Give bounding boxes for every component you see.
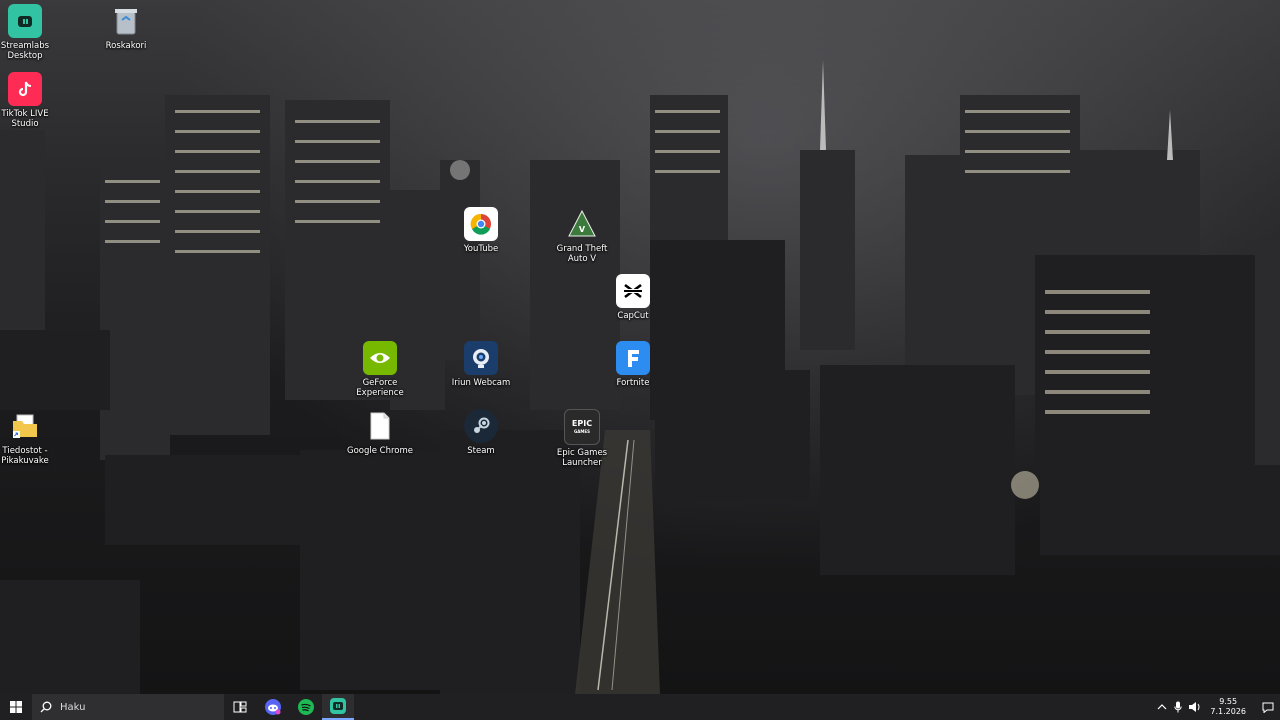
desktop-icon-label: CapCut bbox=[617, 311, 649, 321]
microphone-icon bbox=[1174, 701, 1183, 713]
desktop-icon-label: Roskakori bbox=[105, 41, 147, 51]
desktop-icon-streamlabs[interactable]: Streamlabs Desktop bbox=[0, 4, 60, 61]
microphone-button[interactable] bbox=[1170, 694, 1186, 720]
streamlabs-icon bbox=[8, 4, 42, 38]
taskbar-search-box[interactable]: Haku bbox=[32, 694, 224, 720]
desktop-icon-label: Fortnite bbox=[616, 378, 650, 388]
taskbar: Haku 9.55 7.1.2026 bbox=[0, 694, 1280, 720]
discord-icon bbox=[265, 699, 281, 715]
desktop-icon-label: Google Chrome bbox=[346, 446, 414, 456]
desktop-icon-label: GeForce Experience bbox=[356, 378, 404, 398]
chrome-icon bbox=[464, 207, 498, 241]
desktop-icon-label: YouTube bbox=[463, 244, 499, 254]
epic-games-icon: EPIC GAMES bbox=[564, 409, 600, 445]
svg-text:EPIC: EPIC bbox=[572, 419, 592, 428]
fortnite-icon bbox=[616, 341, 650, 375]
capcut-icon bbox=[616, 274, 650, 308]
nvidia-icon bbox=[363, 341, 397, 375]
system-tray: 9.55 7.1.2026 bbox=[1154, 694, 1280, 720]
taskbar-app-discord[interactable] bbox=[256, 694, 290, 720]
steam-icon bbox=[464, 409, 498, 443]
desktop-icon-tiktok-live[interactable]: TikTok LIVE Studio bbox=[0, 72, 60, 129]
windows-icon bbox=[10, 701, 22, 713]
desktop-icon-epic-games[interactable]: EPIC GAMES Epic Games Launcher bbox=[547, 409, 617, 468]
clock-date: 7.1.2026 bbox=[1210, 707, 1246, 716]
spotify-icon bbox=[298, 699, 314, 715]
task-view-button[interactable] bbox=[224, 694, 256, 720]
show-hidden-icons-button[interactable] bbox=[1154, 694, 1170, 720]
streamlabs-icon bbox=[330, 698, 346, 714]
volume-button[interactable] bbox=[1186, 694, 1204, 720]
start-button[interactable] bbox=[0, 694, 32, 720]
desktop-icon-iriun-webcam[interactable]: Iriun Webcam bbox=[446, 341, 516, 388]
recycle-bin-icon bbox=[109, 4, 143, 38]
chevron-up-icon bbox=[1157, 704, 1167, 710]
clock[interactable]: 9.55 7.1.2026 bbox=[1210, 697, 1246, 717]
taskbar-app-spotify[interactable] bbox=[290, 694, 322, 720]
notification-icon bbox=[1262, 702, 1274, 713]
tiktok-icon bbox=[8, 72, 42, 106]
desktop-icon-gta-v[interactable]: V Grand Theft Auto V bbox=[547, 207, 617, 264]
task-view-icon bbox=[233, 701, 247, 713]
desktop-icon-label: Tiedostot - Pikakuvake bbox=[1, 446, 49, 466]
svg-text:V: V bbox=[579, 225, 586, 234]
file-icon bbox=[363, 409, 397, 443]
taskbar-app-streamlabs[interactable] bbox=[322, 694, 354, 720]
desktop-icon-capcut[interactable]: CapCut bbox=[598, 274, 668, 321]
desktop-icon-label: Grand Theft Auto V bbox=[556, 244, 608, 264]
speaker-icon bbox=[1189, 702, 1200, 712]
desktop-icon-label: Epic Games Launcher bbox=[556, 448, 608, 468]
desktop-icon-fortnite[interactable]: Fortnite bbox=[598, 341, 668, 388]
desktop-icon-youtube[interactable]: YouTube bbox=[446, 207, 516, 254]
desktop-icon-google-chrome[interactable]: Google Chrome bbox=[345, 409, 415, 456]
folder-icon bbox=[8, 409, 42, 443]
svg-text:GAMES: GAMES bbox=[574, 429, 590, 434]
webcam-icon bbox=[464, 341, 498, 375]
desktop-icon-tiedostot[interactable]: Tiedostot - Pikakuvake bbox=[0, 409, 60, 466]
search-icon bbox=[40, 701, 52, 713]
desktop-icon-label: TikTok LIVE Studio bbox=[1, 109, 49, 129]
desktop-icon-steam[interactable]: Steam bbox=[446, 409, 516, 456]
notifications-button[interactable] bbox=[1256, 694, 1280, 720]
desktop-icon-recycle-bin[interactable]: Roskakori bbox=[91, 4, 161, 51]
desktop-icon-geforce-experience[interactable]: GeForce Experience bbox=[345, 341, 415, 398]
search-placeholder: Haku bbox=[60, 701, 86, 713]
desktop-icon-label: Iriun Webcam bbox=[451, 378, 511, 388]
clock-time: 9.55 bbox=[1219, 697, 1238, 706]
desktop-icon-label: Steam bbox=[467, 446, 495, 456]
gta-icon: V bbox=[565, 207, 599, 241]
desktop-icon-label: Streamlabs Desktop bbox=[0, 41, 50, 61]
